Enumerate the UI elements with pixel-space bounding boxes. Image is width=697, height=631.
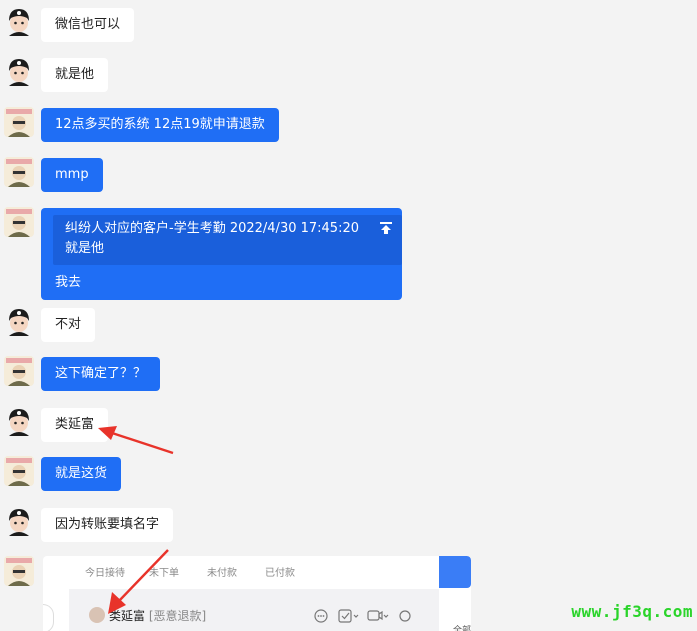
avatar-self[interactable] xyxy=(4,107,34,137)
jump-to-quote-icon[interactable] xyxy=(378,220,394,236)
message-bubble[interactable]: 微信也可以 xyxy=(41,8,135,42)
avatar-other[interactable] xyxy=(4,406,34,436)
message-bubble[interactable]: 就是他 xyxy=(41,58,109,92)
avatar-self[interactable] xyxy=(4,356,34,386)
quote-text: 就是他 xyxy=(65,241,105,256)
embedded-edge-text: 全部 xyxy=(453,626,471,631)
check-task-icon xyxy=(338,609,359,623)
embedded-tab: 未下单 xyxy=(149,568,179,579)
watermark: www.jf3q.com xyxy=(571,602,693,621)
customer-avatar xyxy=(89,607,105,623)
message-text: 我去 xyxy=(55,275,82,290)
avatar-self[interactable] xyxy=(4,456,34,486)
quote-title: 纠纷人对应的客户-学生考勤 2022/4/30 17:45:20 xyxy=(65,221,359,236)
message-bubble[interactable]: 不对 xyxy=(41,308,96,342)
message-bubble[interactable]: 就是这货 xyxy=(41,457,122,491)
more-icon xyxy=(399,610,411,622)
message-bubble[interactable]: mmp xyxy=(41,158,103,192)
video-call-icon xyxy=(367,610,389,621)
customer-name-text: 类延富 xyxy=(109,609,146,623)
customer-tag: [恶意退款] xyxy=(148,609,207,623)
avatar-other[interactable] xyxy=(4,56,34,86)
message-bubble[interactable]: 这下确定了？？ xyxy=(41,357,161,391)
quoted-message-bubble[interactable]: 纠纷人对应的客户-学生考勤 2022/4/30 17:45:20 就是他 我去 xyxy=(41,208,402,300)
image-message[interactable]: 今日接待 未下单 未付款 已付款 类延富 [恶意退款] 全部 xyxy=(43,556,471,631)
embedded-collapse-handle xyxy=(43,604,54,631)
avatar-other[interactable] xyxy=(4,306,34,336)
chat-bubble-icon xyxy=(314,609,328,623)
message-bubble[interactable]: 类延富 xyxy=(41,408,109,442)
message-bubble[interactable]: 12点多买的系统 12点19就申请退款 xyxy=(41,108,279,142)
message-bubble[interactable]: 因为转账要填名字 xyxy=(41,508,174,542)
embedded-tab: 已付款 xyxy=(265,568,295,579)
embedded-tab-bar: 今日接待 未下单 未付款 已付款 xyxy=(43,556,439,588)
avatar-self[interactable] xyxy=(4,207,34,237)
embedded-tab: 今日接待 xyxy=(85,568,125,579)
embedded-accent-bar xyxy=(439,556,471,588)
customer-name: 类延富 [恶意退款] xyxy=(109,607,206,624)
avatar-other[interactable] xyxy=(4,506,34,536)
avatar-self[interactable] xyxy=(4,157,34,187)
quoted-reference[interactable]: 纠纷人对应的客户-学生考勤 2022/4/30 17:45:20 就是他 xyxy=(53,215,402,265)
avatar-self[interactable] xyxy=(4,556,34,586)
avatar-other[interactable] xyxy=(4,6,34,36)
embedded-tab: 未付款 xyxy=(207,568,237,579)
